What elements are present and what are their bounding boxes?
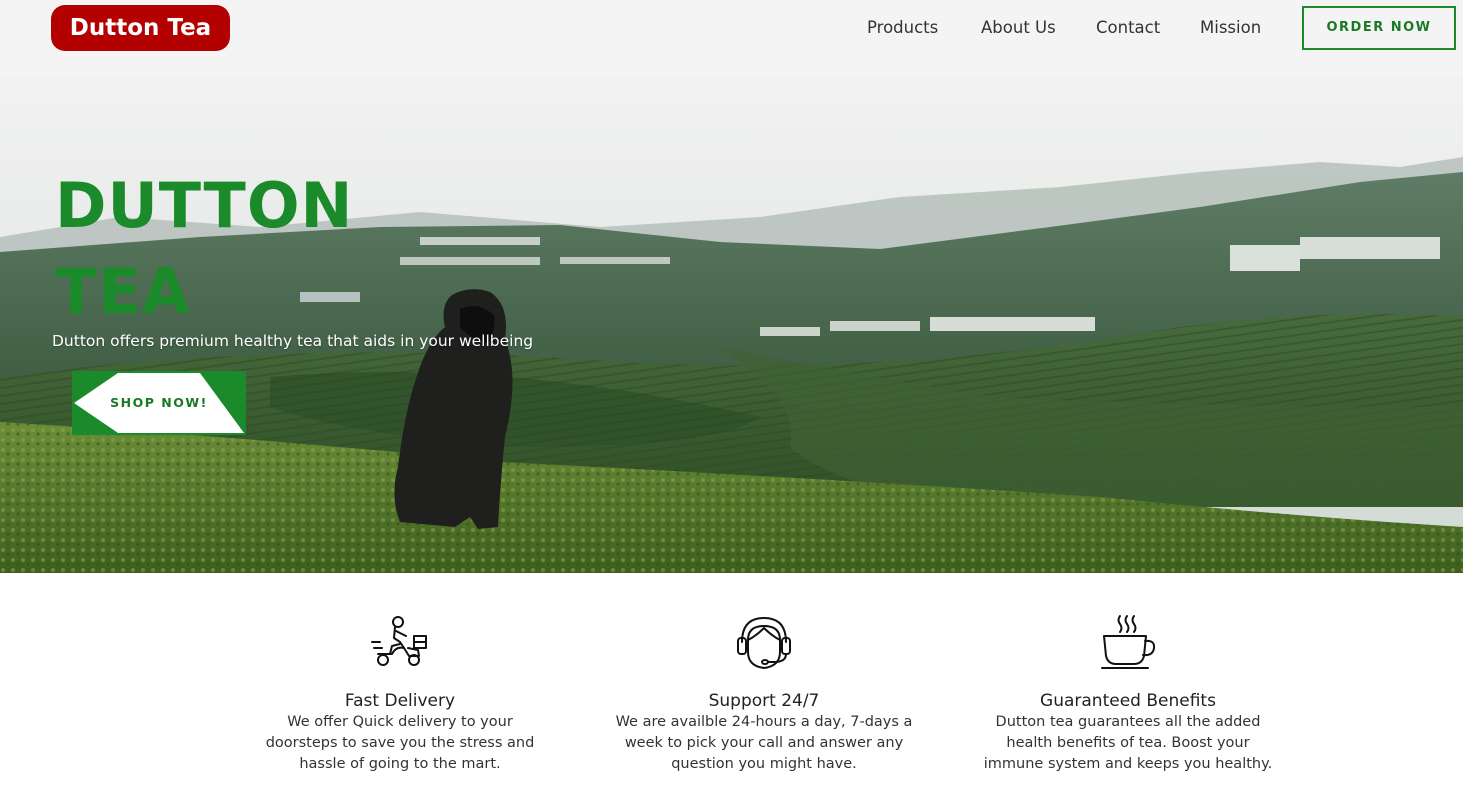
nav-link-products[interactable]: Products bbox=[867, 16, 938, 40]
feature-benefits: Guaranteed Benefits Dutton tea guarantee… bbox=[973, 612, 1283, 775]
hero-background-image bbox=[0, 77, 1463, 573]
headset-support-icon bbox=[737, 617, 791, 669]
feature-support: Support 24/7 We are availble 24-hours a … bbox=[609, 612, 919, 775]
feature-fast-delivery: Fast Delivery We offer Quick delivery to… bbox=[245, 612, 555, 775]
shop-now-button[interactable]: SHOP NOW! bbox=[72, 371, 246, 435]
hero-title-line1: DUTTON bbox=[55, 169, 354, 242]
nav-link-about-us[interactable]: About Us bbox=[981, 16, 1056, 40]
nav-link-mission[interactable]: Mission bbox=[1200, 16, 1261, 40]
feature-description: We offer Quick delivery to your doorstep… bbox=[265, 714, 535, 772]
shop-now-label: SHOP NOW! bbox=[110, 395, 208, 410]
brand-logo[interactable]: Dutton Tea bbox=[51, 5, 230, 51]
feature-title: Fast Delivery bbox=[344, 691, 456, 711]
feature-title: Support 24/7 bbox=[708, 691, 820, 711]
hero-section: DUTTON TEA Dutton offers premium healthy… bbox=[0, 77, 1463, 573]
hero-subtitle: Dutton offers premium healthy tea that a… bbox=[52, 332, 534, 350]
nav-link-contact[interactable]: Contact bbox=[1096, 16, 1160, 40]
tea-cup-icon bbox=[1101, 615, 1156, 669]
delivery-scooter-icon bbox=[371, 616, 427, 666]
hero-title-line2: TEA bbox=[55, 255, 191, 328]
feature-description: We are availble 24-hours a day, 7-days a… bbox=[615, 714, 913, 772]
feature-title: Guaranteed Benefits bbox=[1040, 691, 1216, 711]
feature-description: Dutton tea guarantees all the added heal… bbox=[983, 714, 1273, 772]
navbar: Dutton Tea Products About Us Contact Mis… bbox=[0, 0, 1463, 77]
order-now-button[interactable]: ORDER NOW bbox=[1302, 6, 1456, 50]
